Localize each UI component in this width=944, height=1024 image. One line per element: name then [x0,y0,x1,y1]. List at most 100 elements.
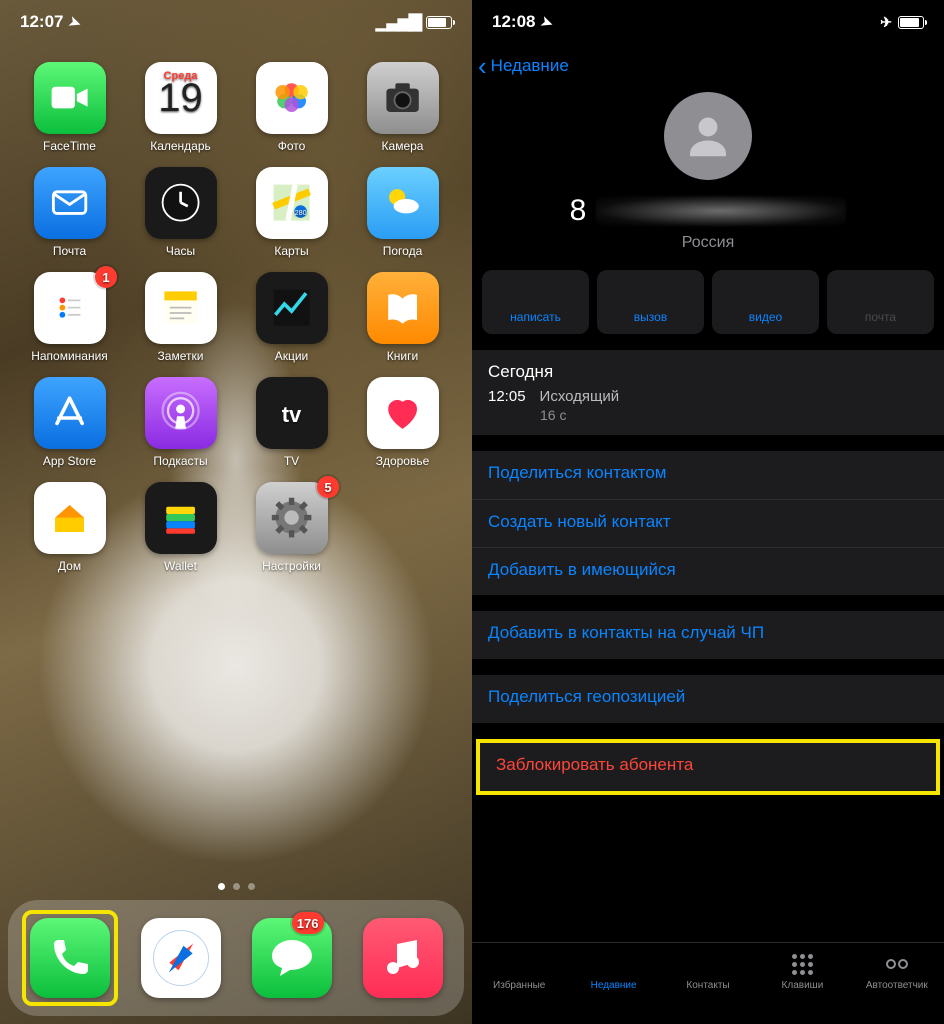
app-label: Фото [278,139,306,153]
badge: 176 [292,912,324,934]
app-reminders[interactable]: Напоминания1 [14,272,125,363]
action-call[interactable]: вызов [597,270,704,334]
tab-recents[interactable]: Недавние [566,951,660,991]
app-notes[interactable]: Заметки [125,272,236,363]
stocks-icon [256,272,328,344]
dock-app-messages[interactable]: 176 [252,918,332,998]
tab-bar: Избранные Недавние Контакты КлавишиАвтоотве… [472,942,944,1024]
history-type: Исходящий [540,388,620,405]
app-label: Дом [58,559,81,573]
tab-favorites[interactable]: Избранные [472,951,566,991]
app-home[interactable]: Дом [14,482,125,573]
tab-keypad[interactable]: Клавиши [755,951,849,991]
history-duration: 16 с [540,407,928,423]
tab-label: Контакты [686,980,729,991]
contact-detail-screen: 12:08 ➤ ✈ ‹ Недавние 8 Россия написатьвы… [472,0,944,1024]
tab-voicemail[interactable]: Автоответчик [850,951,944,991]
phone-number-blurred [596,196,846,226]
call-history: Сегодня 12:05 Исходящий 16 с [472,350,944,435]
dock-app-safari[interactable] [141,918,221,998]
badge: 5 [317,476,339,498]
action-message[interactable]: написать [482,270,589,334]
add-existing-button[interactable]: Добавить в имеющийся [472,547,944,595]
app-appstore[interactable]: App Store [14,377,125,468]
dock: 176 [8,900,464,1016]
app-wallet[interactable]: Wallet [125,482,236,573]
wallet-icon [145,482,217,554]
app-label: Почта [53,244,86,258]
app-maps[interactable]: 280 Карты [236,167,347,258]
app-calendar[interactable]: Среда19 Календарь [125,62,236,153]
app-camera[interactable]: Камера [347,62,458,153]
battery-icon [426,16,452,29]
clock-time: 12:07 [20,12,63,32]
dock-app-phone[interactable] [30,918,110,998]
back-button[interactable]: ‹ Недавние [472,44,944,88]
share-location-button[interactable]: Поделиться геопозицией [472,675,944,723]
app-label: Календарь [150,139,211,153]
action-video[interactable]: видео [712,270,819,334]
tab-label: Недавние [591,980,637,991]
block-caller-highlight: Заблокировать абонента [476,739,940,795]
action-label: видео [749,310,782,324]
app-label: Книги [387,349,418,363]
app-tv[interactable]: tv TV [236,377,347,468]
app-mail[interactable]: Почта [14,167,125,258]
tab-contacts[interactable]: Контакты [661,951,755,991]
app-label: Часы [166,244,195,258]
home-icon [34,482,106,554]
avatar [664,92,752,180]
app-photos[interactable]: Фото [236,62,347,153]
maps-icon: 280 [256,167,328,239]
app-label: Акции [275,349,309,363]
country-label: Россия [682,234,734,252]
weather-icon [367,167,439,239]
airplane-mode-icon: ✈ [880,14,892,31]
appstore-icon [34,377,106,449]
app-stocks[interactable]: Акции [236,272,347,363]
camera-icon [367,62,439,134]
app-clock[interactable]: Часы [125,167,236,258]
svg-text:280: 280 [294,209,306,218]
calendar-icon: Среда19 [145,62,217,134]
app-label: Настройки [262,559,321,573]
app-label: Здоровье [376,454,430,468]
dock-app-music[interactable] [363,918,443,998]
tab-label: Избранные [493,980,545,991]
app-weather[interactable]: Погода [347,167,458,258]
block-caller-button[interactable]: Заблокировать абонента [480,743,936,791]
badge: 1 [95,266,117,288]
page-indicator[interactable] [0,883,472,890]
action-mail: почта [827,270,934,334]
app-podcasts[interactable]: Подкасты [125,377,236,468]
create-contact-button[interactable]: Создать новый контакт [472,499,944,547]
app-settings[interactable]: Настройки5 [236,482,347,573]
app-label: App Store [43,454,96,468]
safari-icon [141,918,221,998]
app-health[interactable]: Здоровье [347,377,458,468]
clock-time: 12:08 [492,12,535,32]
app-label: FaceTime [43,139,96,153]
app-books[interactable]: Книги [347,272,458,363]
music-icon [363,918,443,998]
app-label: Подкасты [153,454,207,468]
photos-icon [256,62,328,134]
mail-icon [34,167,106,239]
app-facetime[interactable]: FaceTime [14,62,125,153]
tv-icon: tv [256,377,328,449]
phone-number: 8 [570,194,847,228]
history-day: Сегодня [488,362,928,382]
app-label: TV [284,454,299,468]
app-label: Камера [382,139,424,153]
app-label: Карты [274,244,308,258]
emergency-contact-button[interactable]: Добавить в контакты на случай ЧП [472,611,944,659]
health-icon [367,377,439,449]
home-screen: 12:07 ➤ ▁▃▅▇ FaceTime Среда19 Календарь Фот… [0,0,472,1024]
reminders-icon [34,272,106,344]
app-label: Погода [383,244,423,258]
books-icon [367,272,439,344]
app-label: Напоминания [31,349,108,363]
share-contact-button[interactable]: Поделиться контактом [472,451,944,499]
notes-icon [145,272,217,344]
status-bar-left: 12:07 ➤ ▁▃▅▇ [0,0,472,44]
